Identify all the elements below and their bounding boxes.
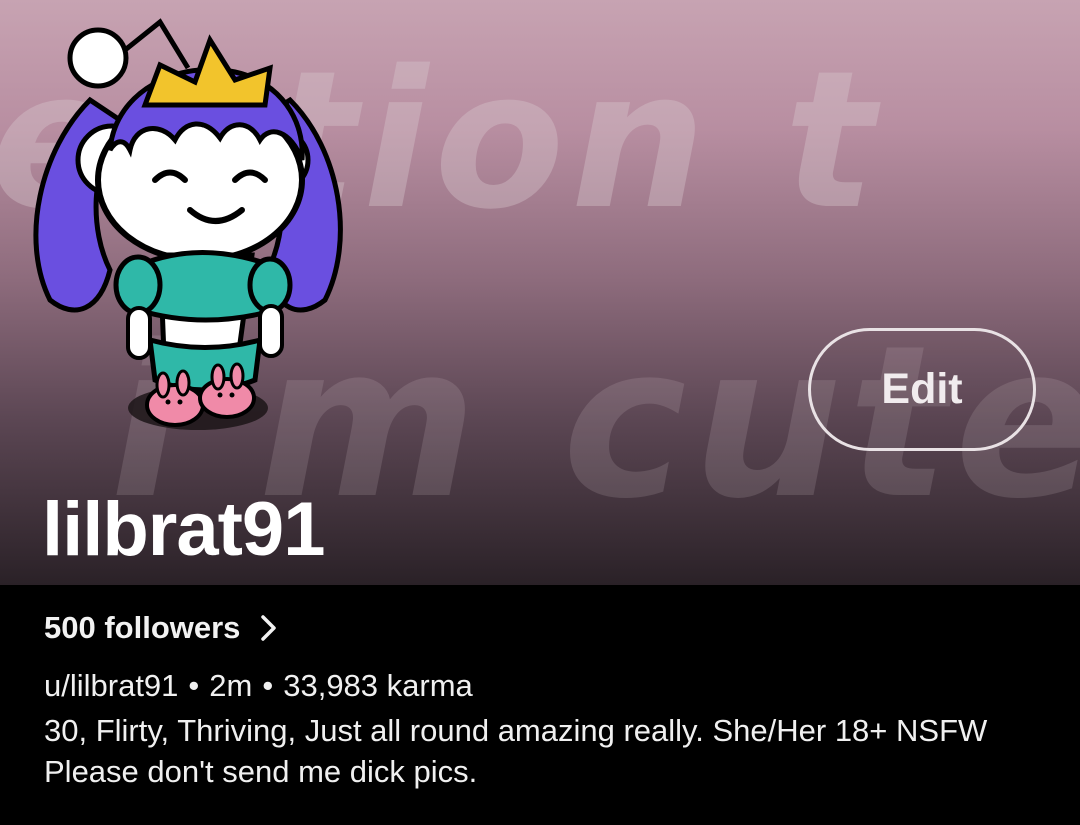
profile-bio: 30, Flirty, Thriving, Just all round ama… [44, 713, 988, 789]
karma-count: 33,983 karma [283, 668, 473, 703]
chevron-right-icon [261, 615, 277, 641]
profile-meta: u/lilbrat91 • 2m • 33,983 karma [44, 666, 1044, 706]
followers-link[interactable]: 500 followers [44, 600, 280, 656]
avatar-icon[interactable] [20, 10, 350, 450]
profile-display-name: lilbrat91 [42, 487, 325, 572]
username-handle: u/lilbrat91 [44, 668, 179, 703]
edit-button[interactable]: Edit [808, 328, 1036, 451]
followers-count: 500 followers [44, 610, 241, 645]
profile-banner: ention t i'm cute Edit lilbrat91 [0, 0, 1080, 585]
meta-separator: • [188, 668, 200, 703]
profile-info: 500 followers u/lilbrat91 • 2m • 33,983 … [44, 600, 1044, 792]
account-age: 2m [209, 668, 253, 703]
meta-separator: • [262, 668, 274, 703]
